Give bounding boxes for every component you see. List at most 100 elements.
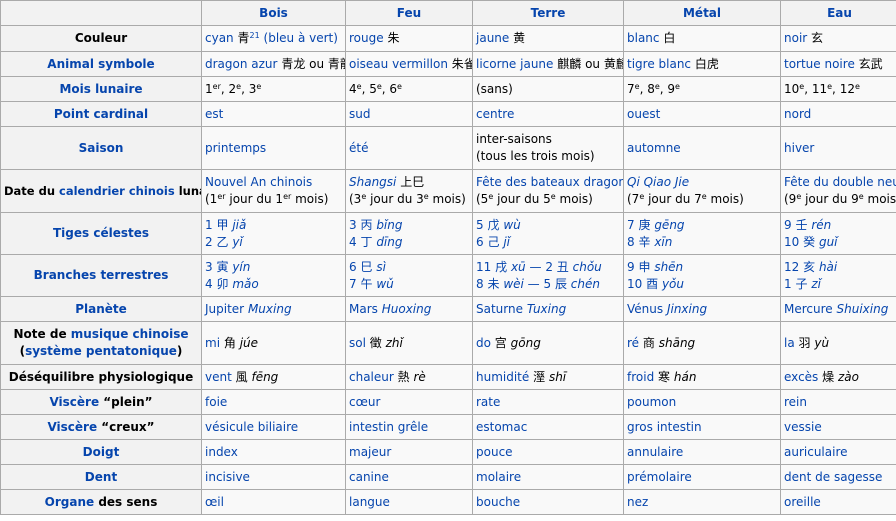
label-link[interactable]: système pentatonique xyxy=(25,344,177,358)
color-link[interactable]: rouge xyxy=(349,31,384,45)
label-link[interactable]: musique chinoise xyxy=(71,327,189,341)
color-link[interactable]: cyan xyxy=(205,31,234,45)
pinyin-link[interactable]: jiǎ xyxy=(232,218,246,232)
organ-link[interactable]: vessie xyxy=(784,420,822,434)
header-eau[interactable]: Eau xyxy=(780,0,896,26)
planet-link[interactable]: Jupiter xyxy=(205,302,244,316)
animal-link[interactable]: licorne jaune xyxy=(476,57,553,71)
festival-link[interactable]: Fête des bateaux dragons xyxy=(476,174,623,191)
organ-link[interactable]: rate xyxy=(476,395,500,409)
note-link[interactable]: do xyxy=(476,336,491,350)
row-label-branches[interactable]: Branches terrestres xyxy=(0,254,202,297)
pinyin-link[interactable]: xīn xyxy=(654,235,672,249)
festival-link[interactable]: Qi Qiao Jie xyxy=(627,174,777,191)
label-link[interactable]: Doigt xyxy=(83,445,120,459)
pinyin-link[interactable]: sì xyxy=(376,260,386,274)
organ-link[interactable]: foie xyxy=(205,395,227,409)
festival-link[interactable]: Shangsi xyxy=(349,175,396,189)
finger-link[interactable]: annulaire xyxy=(627,445,683,459)
pinyin-link[interactable]: chén xyxy=(571,277,600,291)
animal-link[interactable]: dragon azur xyxy=(205,57,277,71)
row-label-tiges[interactable]: Tiges célestes xyxy=(0,212,202,255)
pinyin-link[interactable]: zǐ xyxy=(811,277,821,291)
pinyin-link[interactable]: chǒu xyxy=(573,260,602,274)
sense-link[interactable]: oreille xyxy=(784,495,821,509)
animal-link[interactable]: tigre blanc xyxy=(627,57,691,71)
organ-link[interactable]: estomac xyxy=(476,420,527,434)
organ-link[interactable]: intestin grêle xyxy=(349,420,428,434)
color-link[interactable]: noir xyxy=(784,31,807,45)
finger-link[interactable]: auriculaire xyxy=(784,445,848,459)
imbalance-link[interactable]: froid xyxy=(627,370,654,384)
planet-cn[interactable]: Jinxing xyxy=(667,302,707,316)
festival-link[interactable]: Fête du double neuf xyxy=(784,174,896,191)
organ-link[interactable]: gros intestin xyxy=(627,420,702,434)
planet-link[interactable]: Saturne xyxy=(476,302,523,316)
pinyin-link[interactable]: gēng xyxy=(654,218,684,232)
pinyin-link[interactable]: yǒu xyxy=(662,277,684,291)
label-link[interactable]: Branches terrestres xyxy=(34,268,169,282)
sense-link[interactable]: bouche xyxy=(476,495,520,509)
season-link[interactable]: automne xyxy=(627,141,681,155)
note-link[interactable]: mi xyxy=(205,336,220,350)
pinyin-link[interactable]: hài xyxy=(819,260,837,274)
color-note-link[interactable]: (bleu à vert) xyxy=(264,31,338,45)
row-label-planete[interactable]: Planète xyxy=(0,296,202,322)
label-link[interactable]: calendrier chinois xyxy=(59,184,175,198)
label-link[interactable]: Viscère xyxy=(49,395,99,409)
pinyin-link[interactable]: xū xyxy=(511,260,526,274)
festival-link[interactable]: Nouvel An chinois xyxy=(205,174,342,191)
planet-cn[interactable]: Tuxing xyxy=(527,302,566,316)
pinyin-link[interactable]: dīng xyxy=(376,235,402,249)
planet-link[interactable]: Vénus xyxy=(627,302,663,316)
label-link[interactable]: Animal symbole xyxy=(47,57,154,71)
pinyin-link[interactable]: yǐ xyxy=(232,235,242,249)
label-link[interactable]: Organe xyxy=(45,495,95,509)
planet-link[interactable]: Mercure xyxy=(784,302,833,316)
planet-cn[interactable]: Shuixing xyxy=(837,302,889,316)
label-link[interactable]: Saison xyxy=(79,141,124,155)
row-label-animal[interactable]: Animal symbole xyxy=(0,51,202,77)
label-link[interactable]: Mois lunaire xyxy=(59,82,142,96)
pinyin-link[interactable]: wù xyxy=(503,218,520,232)
sense-link[interactable]: nez xyxy=(627,495,648,509)
pinyin-link[interactable]: bǐng xyxy=(376,218,402,232)
organ-link[interactable]: rein xyxy=(784,395,807,409)
note-link[interactable]: la xyxy=(784,336,795,350)
label-link[interactable]: Planète xyxy=(75,302,127,316)
tooth-link[interactable]: incisive xyxy=(205,470,250,484)
tooth-link[interactable]: molaire xyxy=(476,470,521,484)
row-label-dent[interactable]: Dent xyxy=(0,464,202,490)
pinyin-link[interactable]: wǔ xyxy=(376,277,393,291)
header-terre[interactable]: Terre xyxy=(472,0,624,26)
color-link[interactable]: jaune xyxy=(476,31,509,45)
imbalance-link[interactable]: chaleur xyxy=(349,370,394,384)
planet-cn[interactable]: Huoxing xyxy=(382,302,432,316)
organ-link[interactable]: vésicule biliaire xyxy=(205,420,298,434)
finger-link[interactable]: majeur xyxy=(349,445,391,459)
note-link[interactable]: sol xyxy=(349,336,366,350)
direction-link[interactable]: ouest xyxy=(627,107,660,121)
season-link[interactable]: hiver xyxy=(784,141,814,155)
label-link[interactable]: Viscère xyxy=(47,420,97,434)
pinyin-link[interactable]: shēn xyxy=(654,260,683,274)
label-link[interactable]: Tiges célestes xyxy=(53,226,149,240)
header-feu[interactable]: Feu xyxy=(345,0,473,26)
season-link[interactable]: printemps xyxy=(205,141,266,155)
row-label-doigt[interactable]: Doigt xyxy=(0,439,202,465)
sense-link[interactable]: langue xyxy=(349,495,390,509)
direction-link[interactable]: sud xyxy=(349,107,370,121)
pinyin-link[interactable]: wèi xyxy=(503,277,524,291)
row-label-point[interactable]: Point cardinal xyxy=(0,101,202,127)
tooth-link[interactable]: canine xyxy=(349,470,389,484)
organ-link[interactable]: cœur xyxy=(349,395,380,409)
organ-link[interactable]: poumon xyxy=(627,395,676,409)
pinyin-link[interactable]: jǐ xyxy=(503,235,510,249)
animal-link[interactable]: tortue noire xyxy=(784,57,855,71)
imbalance-link[interactable]: humidité xyxy=(476,370,529,384)
pinyin-link[interactable]: yín xyxy=(232,260,250,274)
direction-link[interactable]: nord xyxy=(784,107,811,121)
pinyin-link[interactable]: guǐ xyxy=(819,235,838,249)
imbalance-link[interactable]: excès xyxy=(784,370,818,384)
finger-link[interactable]: index xyxy=(205,445,238,459)
